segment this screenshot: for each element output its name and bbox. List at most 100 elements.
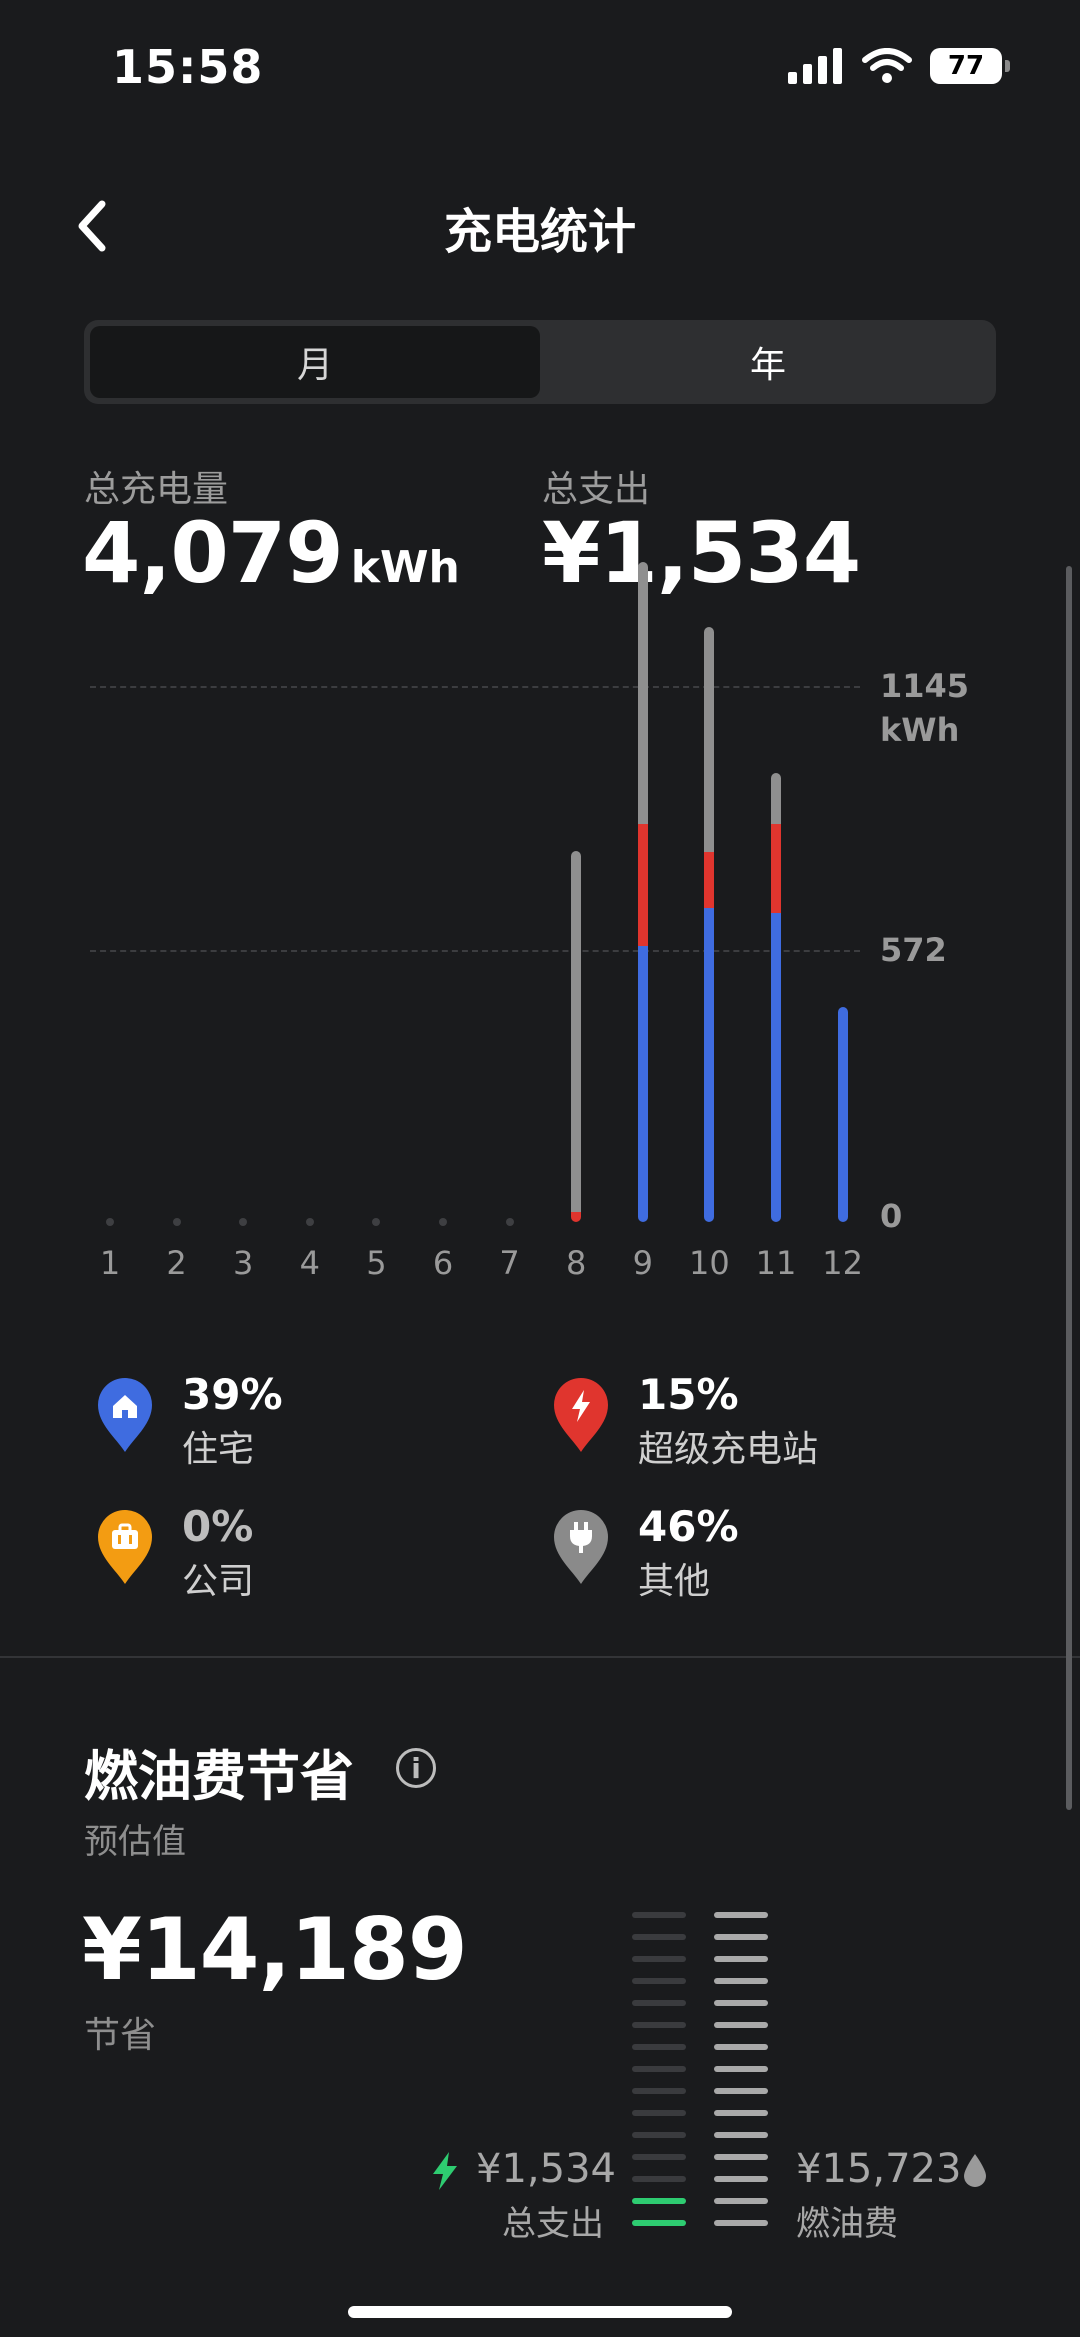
spend-level-line [632,1912,686,1918]
bar-month-10[interactable] [704,627,715,1222]
spend-level-line [632,2022,686,2028]
fuel-level-line [714,2022,768,2028]
empty-bar-dot [372,1218,381,1226]
legend-other-pct: 46% [638,1502,739,1551]
bar-segment [704,852,715,909]
fuel-level-line [714,2088,768,2094]
legend-work-name: 公司 [182,1561,255,1602]
spend-level-line [632,2110,686,2116]
fuel-savings-title: 燃油费节省 [84,1745,354,1808]
x-tick-label: 12 [822,1244,863,1282]
saving-value: ¥14,189 [82,1900,468,2000]
bar-month-8[interactable] [571,851,582,1222]
scrollbar[interactable] [1066,566,1072,1810]
bar-month-11[interactable] [771,772,781,1222]
spend-level-line [632,2044,686,2050]
x-tick-label: 8 [566,1244,587,1282]
legend-supercharger-pct: 15% [638,1370,739,1419]
fuel-drop-icon [964,2154,986,2187]
empty-bar-dot [505,1218,514,1226]
fuel-level-line [714,2198,768,2204]
bar-month-9[interactable] [637,561,648,1222]
estimate-label: 预估值 [84,1822,186,1862]
x-tick-label: 3 [233,1244,254,1282]
spend-level-line [632,2088,686,2094]
bar-segment [837,1006,848,1222]
fuel-level-line [714,2066,768,2072]
spend-level-line [632,2066,686,2072]
bar-segment [771,772,781,825]
bolt-icon [433,2152,457,2190]
x-tick-label: 6 [432,1244,454,1282]
fuel-level-line [714,2044,768,2050]
spend-label: 总支出 [502,2204,604,2244]
x-tick-label: 1 [99,1244,121,1282]
x-tick-label: 5 [366,1244,387,1282]
gridline-mid [90,950,860,952]
fuel-level-line [714,1934,768,1940]
legend-home-name: 住宅 [182,1429,255,1470]
fuel-level-line [714,2154,768,2160]
spend-level-line [632,2132,686,2138]
legend-home-pct: 39% [182,1370,283,1419]
fuel-level-line [714,1956,768,1962]
bar-month-12[interactable] [837,1006,848,1222]
info-icon[interactable]: i [396,1748,436,1788]
bar-segment [704,627,715,853]
fuel-level-line [714,1912,768,1918]
bar-segment [637,561,648,825]
spend-level-line [632,2198,686,2204]
legend-other-name: 其他 [638,1561,711,1602]
y-tick-max: 1145 kWh [880,664,969,752]
legend-work-pct: 0% [182,1502,254,1551]
charging-chart: 1145 kWh 572 0 1 2 3 4 5 6 7 8 9 10 11 12 [0,0,1080,1300]
spend-level-line [632,2220,686,2226]
x-tick-label: 11 [755,1244,797,1282]
empty-bar-dot [239,1218,248,1226]
y-axis-unit: kWh [880,711,960,749]
y-tick-max-value: 1145 [880,667,970,705]
empty-bar-dot [305,1218,314,1226]
fuel-level-line [714,2000,768,2006]
bolt-icon [554,1378,608,1452]
bar-segment [637,945,648,1222]
empty-bar-dot [172,1218,181,1226]
fuel-level-line [714,2220,768,2226]
y-tick-zero: 0 [880,1197,903,1235]
spend-level-line [632,1956,686,1962]
spend-value: ¥1,534 [476,2146,616,2192]
y-tick-mid: 572 [880,931,947,969]
bar-segment [704,908,715,1222]
briefcase-icon [98,1510,152,1584]
plug-icon [554,1510,608,1584]
bar-segment [571,851,582,1212]
fuel-level-line [714,2110,768,2116]
x-tick-label: 2 [166,1244,187,1282]
spend-level-line [632,1978,686,1984]
gridline-max [90,686,860,688]
home-icon [98,1378,152,1452]
x-tick-label: 9 [632,1244,653,1282]
fuel-level-line [714,2132,768,2138]
saving-label: 节省 [84,2015,157,2056]
x-tick-label: 10 [689,1244,730,1282]
x-tick-label: 7 [499,1244,520,1282]
spend-level-line [632,2176,686,2182]
spend-level-line [632,1934,686,1940]
section-divider [0,1656,1080,1658]
bar-segment [771,824,781,914]
bar-segment [571,1211,582,1222]
bar-segment [771,913,781,1222]
empty-bar-dot [439,1218,447,1226]
spend-level-line [632,2000,686,2006]
home-indicator[interactable] [348,2306,732,2318]
fuel-level-line [714,2176,768,2182]
legend-supercharger-name: 超级充电站 [638,1429,819,1470]
fuel-cost-label: 燃油费 [796,2204,898,2244]
fuel-cost-value: ¥15,723 [796,2146,962,2192]
fuel-level-line [714,1978,768,1984]
spend-level-line [632,2154,686,2160]
x-tick-label: 4 [299,1244,320,1282]
empty-bar-dot [106,1218,114,1226]
bar-segment [637,824,648,946]
